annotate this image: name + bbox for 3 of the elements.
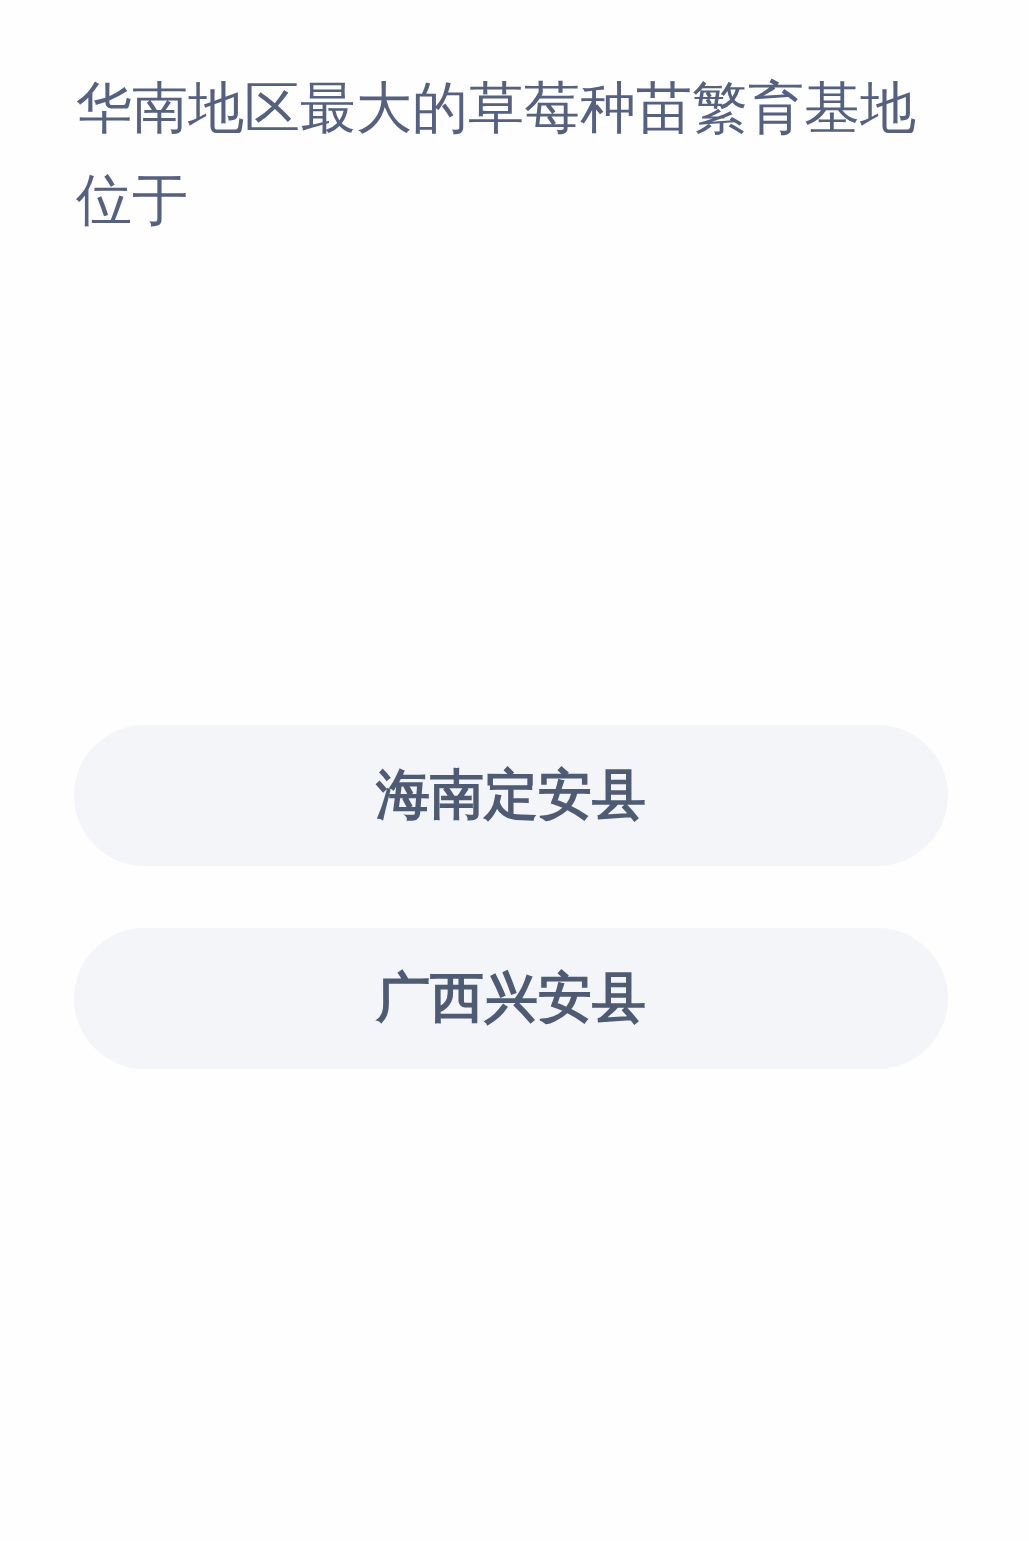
question-text: 华南地区最大的草莓种苗繁育基地位于	[76, 74, 917, 234]
answer-option-button[interactable]: 广西兴安县	[74, 928, 948, 1069]
answer-option-button[interactable]: 海南定安县	[74, 725, 948, 866]
